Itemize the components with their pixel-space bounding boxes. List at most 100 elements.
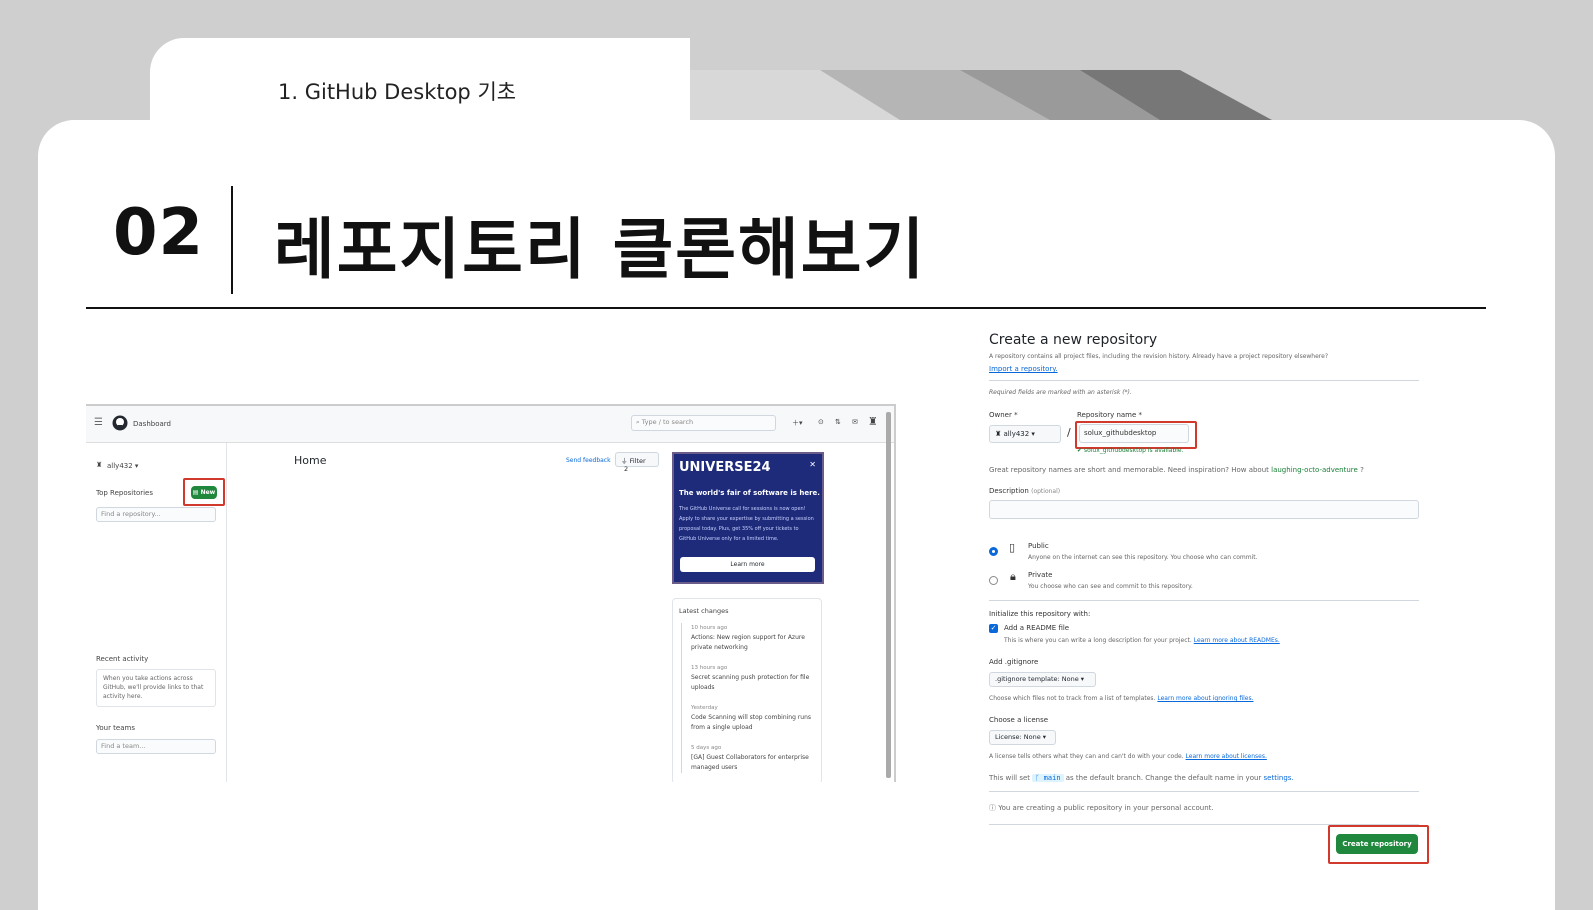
recent-activity-label: Recent activity bbox=[96, 655, 149, 663]
description-input[interactable] bbox=[989, 500, 1419, 519]
required-note: Required fields are marked with an aster… bbox=[989, 389, 1132, 396]
chevron-down-icon: ▾ bbox=[1078, 675, 1085, 683]
settings-link[interactable]: settings. bbox=[1264, 774, 1294, 782]
divider bbox=[989, 600, 1419, 601]
change-item[interactable]: Yesterday Code Scanning will stop combini… bbox=[691, 703, 817, 733]
scrollbar[interactable] bbox=[886, 412, 891, 778]
readme-checkbox[interactable]: ✓ bbox=[989, 624, 998, 633]
change-time: 13 hours ago bbox=[691, 665, 728, 671]
gitignore-desc-text: Choose which files not to track from a l… bbox=[989, 695, 1156, 702]
public-radio[interactable] bbox=[989, 547, 998, 556]
divider bbox=[989, 791, 1419, 792]
gitignore-description: Choose which files not to track from a l… bbox=[989, 695, 1254, 702]
section-label: 1. GitHub Desktop 기초 bbox=[278, 80, 517, 104]
import-repository-link[interactable]: Import a repository. bbox=[989, 365, 1058, 373]
change-time: Yesterday bbox=[691, 705, 718, 711]
gitignore-label: Add .gitignore bbox=[989, 658, 1039, 666]
readme-desc-text: This is where you can write a long descr… bbox=[1004, 637, 1192, 644]
branch-icon: ᚴ bbox=[1035, 774, 1044, 782]
license-desc-text: A license tells others what they can and… bbox=[989, 753, 1184, 760]
name-suggestion-text: Great repository names are short and mem… bbox=[989, 466, 1364, 474]
optional-tag: (optional) bbox=[1031, 488, 1061, 495]
latest-changes-panel: Latest changes 10 hours ago Actions: New … bbox=[672, 598, 822, 782]
github-search-input[interactable]: ⌕ Type / to search bbox=[631, 415, 776, 431]
owner-value: ally432 bbox=[1003, 430, 1030, 438]
suggestion-prefix: Great repository names are short and mem… bbox=[989, 466, 1269, 474]
available-text: solux_githubdesktop is available. bbox=[1083, 447, 1184, 454]
suggested-name[interactable]: laughing-octo-adventure bbox=[1271, 466, 1358, 474]
filter-count-badge: 2 bbox=[624, 465, 629, 473]
gitignore-select[interactable]: .gitignore template: None ▾ bbox=[989, 672, 1096, 687]
book-icon: ▯ bbox=[1009, 541, 1016, 554]
license-label: Choose a license bbox=[989, 716, 1049, 724]
home-heading: Home bbox=[294, 454, 327, 467]
readme-description: This is where you can write a long descr… bbox=[1004, 637, 1280, 644]
create-repository-form: Create a new repository A repository con… bbox=[989, 330, 1419, 870]
owner-select[interactable]: ♜ ally432 ▾ bbox=[989, 425, 1061, 443]
timeline-line bbox=[681, 623, 682, 773]
owner-label: Owner * bbox=[989, 411, 1018, 419]
repo-name-label: Repository name * bbox=[1077, 411, 1143, 419]
find-repository-input[interactable]: Find a repository... bbox=[96, 507, 216, 522]
description-label-text: Description bbox=[989, 487, 1029, 495]
user-avatar-icon: ♜ bbox=[96, 461, 103, 469]
info-icon: ⓘ bbox=[989, 804, 999, 812]
github-dashboard-screenshot: ☰ Dashboard ⌕ Type / to search ＋▾ ⊙ ⇅ ✉ … bbox=[86, 404, 896, 782]
license-select-value: License: None bbox=[995, 733, 1041, 741]
form-title: Create a new repository bbox=[989, 332, 1158, 348]
nav-title: Dashboard bbox=[133, 420, 171, 428]
close-icon[interactable]: ✕ bbox=[809, 460, 816, 469]
public-description: Anyone on the internet can see this repo… bbox=[1028, 554, 1258, 561]
filter-label: Filter bbox=[629, 457, 646, 465]
highlight-create-button bbox=[1328, 825, 1429, 864]
find-team-input[interactable]: Find a team... bbox=[96, 739, 216, 754]
readme-label: Add a README file bbox=[1004, 624, 1070, 632]
change-text: Code Scanning will stop combining runs f… bbox=[691, 714, 811, 731]
change-text: Actions: New region support for Azure pr… bbox=[691, 634, 805, 651]
slide-number: 02 bbox=[113, 196, 205, 270]
chevron-down-icon: ▾ bbox=[1040, 733, 1047, 741]
avatar[interactable]: ♜ bbox=[868, 415, 878, 428]
public-notice-text: You are creating a public repository in … bbox=[998, 804, 1214, 812]
change-item[interactable]: 5 days ago [GA] Guest Collaborators for e… bbox=[691, 743, 817, 773]
license-learn-more-link[interactable]: Learn more about licenses. bbox=[1186, 753, 1267, 760]
highlight-repo-name bbox=[1075, 421, 1197, 449]
your-teams-label: Your teams bbox=[96, 724, 135, 732]
github-logo-icon[interactable] bbox=[112, 415, 128, 431]
owner-avatar-icon: ♜ bbox=[995, 430, 1004, 438]
readme-learn-more-link[interactable]: Learn more about READMEs. bbox=[1194, 637, 1280, 644]
license-select[interactable]: License: None ▾ bbox=[989, 730, 1056, 745]
promo-headline: The world's fair of software is here. bbox=[679, 489, 820, 497]
gitignore-learn-more-link[interactable]: Learn more about ignoring files. bbox=[1157, 695, 1253, 702]
folder-tab-curve bbox=[520, 38, 690, 120]
hamburger-icon[interactable]: ☰ bbox=[94, 417, 103, 428]
pull-requests-icon[interactable]: ⇅ bbox=[835, 418, 841, 426]
form-intro: A repository contains all project files,… bbox=[989, 353, 1329, 360]
divider bbox=[989, 380, 1419, 381]
send-feedback-link[interactable]: Send feedback bbox=[566, 457, 611, 464]
user-switcher[interactable]: ally432 ▾ bbox=[107, 462, 138, 470]
issues-icon[interactable]: ⊙ bbox=[818, 418, 824, 426]
highlight-new-button bbox=[183, 478, 225, 506]
branch-suffix: as the default branch. Change the defaul… bbox=[1065, 774, 1262, 782]
change-time: 10 hours ago bbox=[691, 625, 728, 631]
filter-icon: ⏚ bbox=[621, 457, 630, 465]
plus-icon[interactable]: ＋▾ bbox=[792, 418, 803, 428]
inbox-icon[interactable]: ✉ bbox=[852, 418, 858, 426]
github-top-bar: ☰ Dashboard ⌕ Type / to search ＋▾ ⊙ ⇅ ✉ … bbox=[86, 406, 894, 443]
change-item[interactable]: 10 hours ago Actions: New region support … bbox=[691, 623, 817, 653]
slash-separator: / bbox=[1067, 426, 1071, 439]
latest-changes-label: Latest changes bbox=[679, 607, 729, 615]
private-label: Private bbox=[1028, 571, 1053, 579]
top-repositories-label: Top Repositories bbox=[96, 489, 154, 497]
promo-body: The GitHub Universe call for sessions is… bbox=[679, 506, 814, 542]
private-radio[interactable] bbox=[989, 576, 998, 585]
license-description: A license tells others what they can and… bbox=[989, 753, 1267, 760]
default-branch-text: This will set ᚴ main as the default bran… bbox=[989, 774, 1294, 782]
filter-button[interactable]: ⏚ Filter 2 bbox=[615, 452, 659, 473]
branch-badge: ᚴ main bbox=[1032, 774, 1064, 782]
change-item[interactable]: 13 hours ago Secret scanning push protect… bbox=[691, 663, 817, 693]
description-label: Description (optional) bbox=[989, 487, 1060, 495]
chevron-down-icon: ▾ bbox=[1029, 430, 1035, 438]
learn-more-button[interactable]: Learn more bbox=[680, 557, 815, 572]
